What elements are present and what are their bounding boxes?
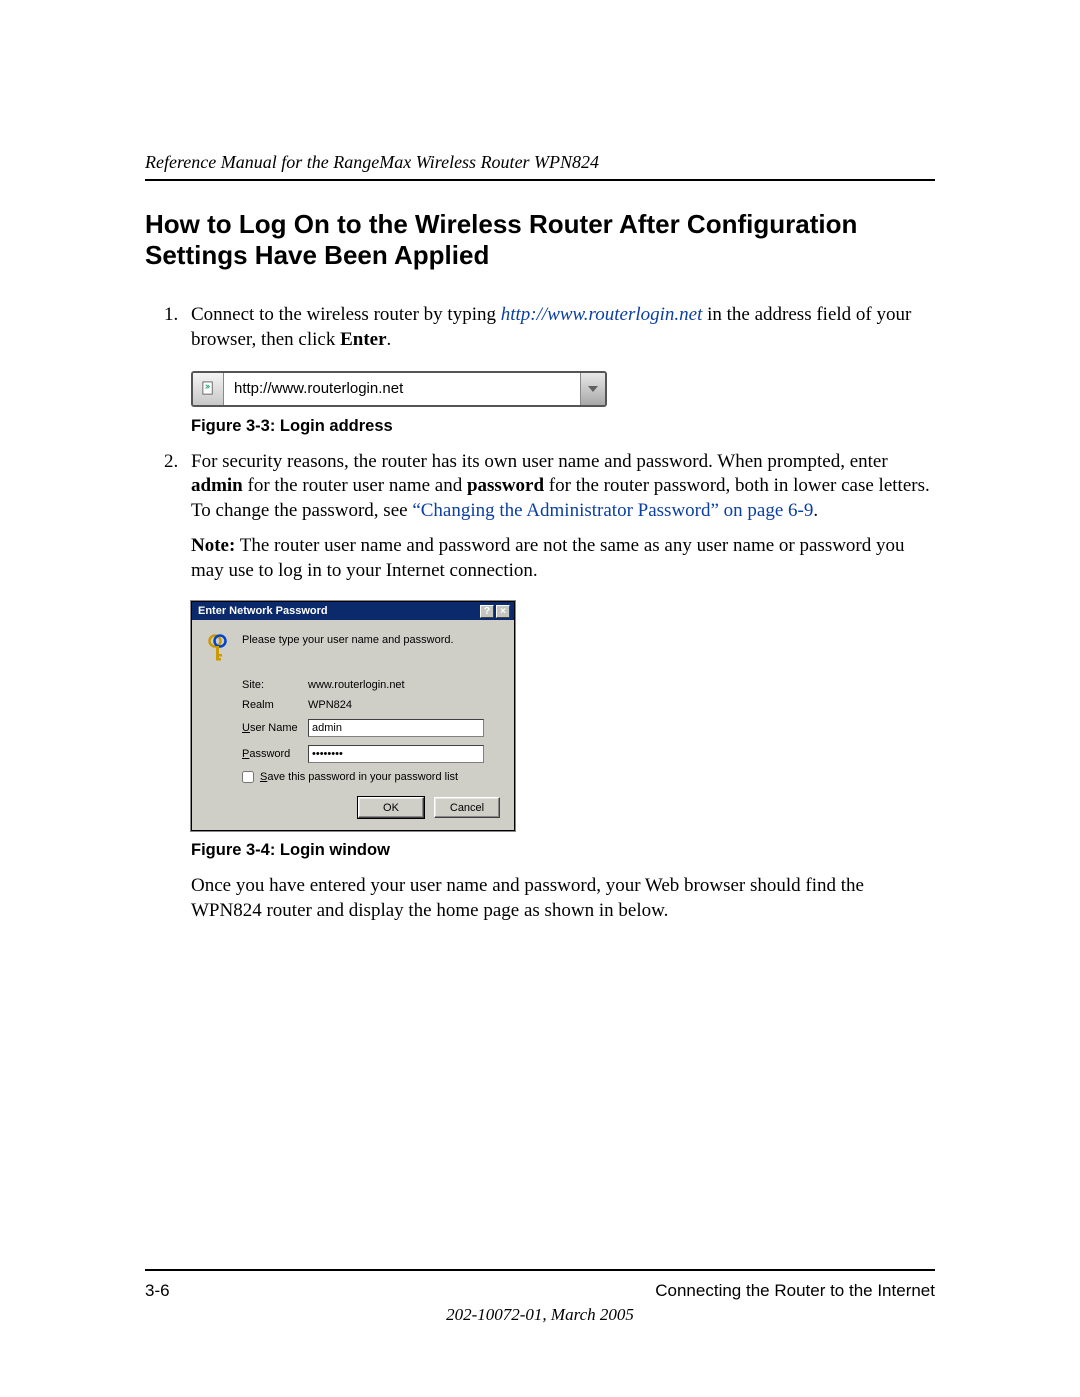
address-bar: http://www.routerlogin.net: [191, 371, 607, 407]
site-value: www.routerlogin.net: [308, 679, 500, 691]
step-2: For security reasons, the router has its…: [183, 450, 935, 583]
post-figure-text: Once you have entered your user name and…: [191, 874, 935, 923]
chevron-down-icon: [588, 386, 598, 392]
figure-3-4-caption: Figure 3-4: Login window: [191, 841, 935, 860]
address-url[interactable]: http://www.routerlogin.net: [224, 373, 580, 405]
doc-info: 202-10072-01, March 2005: [145, 1305, 935, 1325]
cancel-button[interactable]: Cancel: [434, 797, 500, 818]
note-text: The router user name and password are no…: [191, 535, 905, 581]
step-2-text-b: for the router user name and: [243, 475, 467, 496]
note-label: Note:: [191, 535, 235, 556]
running-header: Reference Manual for the RangeMax Wirele…: [145, 152, 935, 181]
change-password-xref[interactable]: “Changing the Administrator Password” on…: [412, 500, 813, 521]
realm-value: WPN824: [308, 699, 500, 711]
realm-label: Realm: [242, 699, 308, 711]
username-label: User Name: [242, 722, 308, 734]
step-1-text-a: Connect to the wireless router by typing: [191, 304, 501, 325]
username-input[interactable]: [308, 719, 484, 737]
login-dialog: Enter Network Password ? ×: [191, 601, 515, 831]
save-password-checkbox[interactable]: [242, 771, 254, 783]
section-title: How to Log On to the Wireless Router Aft…: [145, 209, 935, 271]
dialog-title: Enter Network Password: [198, 605, 328, 617]
dialog-titlebar: Enter Network Password ? ×: [192, 602, 514, 620]
key-icon: [206, 634, 232, 667]
step-1: Connect to the wireless router by typing…: [183, 303, 935, 352]
password-bold: password: [467, 475, 544, 496]
address-favicon-cell: [193, 373, 224, 405]
admin-bold: admin: [191, 475, 243, 496]
dialog-prompt: Please type your user name and password.: [242, 634, 454, 646]
enter-bold: Enter: [340, 329, 386, 350]
step-2-text-a: For security reasons, the router has its…: [191, 451, 888, 472]
password-label: Password: [242, 748, 308, 760]
close-button[interactable]: ×: [496, 605, 510, 618]
figure-3-3-caption: Figure 3-3: Login address: [191, 417, 935, 436]
routerlogin-link[interactable]: http://www.routerlogin.net: [501, 304, 703, 325]
figure-3-4: Enter Network Password ? ×: [191, 601, 935, 831]
page-number: 3-6: [145, 1281, 170, 1301]
save-password-label: Save this password in your password list: [260, 771, 458, 783]
chapter-title: Connecting the Router to the Internet: [655, 1281, 935, 1301]
ok-button[interactable]: OK: [358, 797, 424, 818]
page-icon: [201, 381, 216, 396]
password-input[interactable]: [308, 745, 484, 763]
site-label: Site:: [242, 679, 308, 691]
help-button[interactable]: ?: [480, 605, 494, 618]
address-dropdown-button[interactable]: [580, 373, 605, 405]
step-2-tail: .: [813, 500, 818, 521]
step-1-tail: .: [387, 329, 392, 350]
figure-3-3: http://www.routerlogin.net: [191, 371, 935, 407]
